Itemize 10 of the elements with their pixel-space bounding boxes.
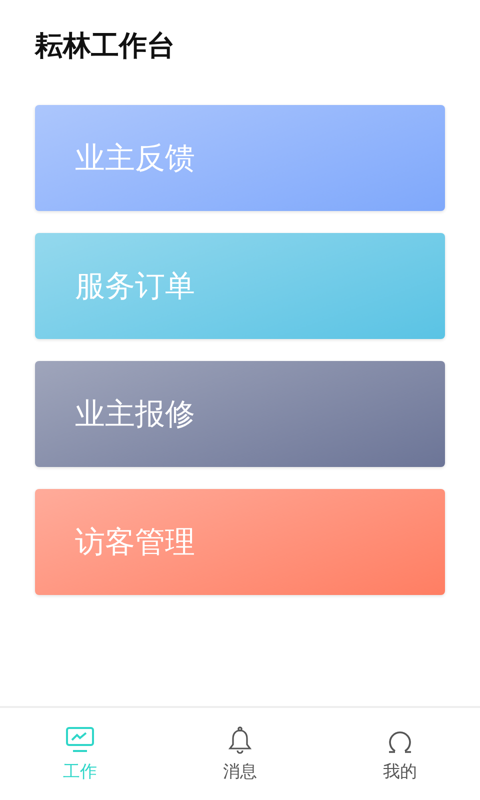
tab[interactable]: 工作: [0, 708, 160, 800]
menu-card[interactable]: 业主报修: [35, 361, 445, 467]
page-title: 耘林工作台: [34, 28, 176, 64]
menu-card[interactable]: 服务订单: [35, 233, 445, 339]
tab[interactable]: 我的: [320, 708, 480, 800]
menu-card[interactable]: 访客管理: [35, 489, 445, 595]
tab[interactable]: 消息: [160, 708, 320, 800]
menu-card[interactable]: 业主反馈: [35, 105, 445, 211]
bell-icon: [227, 726, 253, 754]
monitor-icon: [65, 726, 95, 754]
